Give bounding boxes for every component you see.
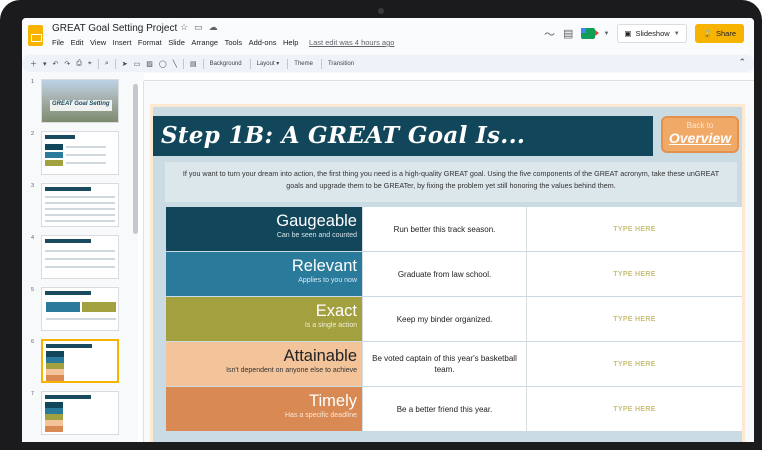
unGREAT-goal: Be a better friend this year. [362, 387, 526, 431]
menu-edit[interactable]: Edit [71, 38, 84, 47]
table-row: Timely Has a specific deadline Be a bett… [166, 387, 742, 431]
star-icon[interactable]: ☆ [180, 22, 188, 32]
present-icon: ▣ [624, 29, 632, 38]
type-here-field[interactable]: TYPE HERE [526, 207, 742, 251]
type-here-field[interactable]: TYPE HERE [526, 342, 742, 386]
line-icon[interactable]: ╲ [173, 60, 177, 68]
zoom-icon[interactable]: ⌕ [105, 60, 109, 68]
thumb-title: GREAT Goal Setting [52, 101, 110, 107]
comments-icon[interactable]: ▤ [563, 27, 573, 40]
row-description: Is a single action [304, 322, 357, 329]
theme-button[interactable]: Theme [294, 61, 313, 67]
thumb-number: 2 [31, 131, 35, 137]
layout-button[interactable]: Layout ▾ [257, 60, 280, 67]
slide-thumbnail-7[interactable] [41, 391, 119, 435]
unGREAT-goal: Keep my binder organized. [362, 297, 526, 341]
thumb-number: 5 [31, 287, 35, 293]
meet-icon[interactable] [581, 28, 600, 39]
row-label: Exact [315, 302, 357, 320]
slides-logo-icon[interactable] [28, 25, 43, 46]
screen: GREAT Goal Setting Project ☆ ▭ ☁ File Edit… [22, 18, 754, 442]
table-row: Relevant Applies to you now Graduate fro… [166, 252, 742, 296]
row-description: Isn't dependent on anyone else to achiev… [226, 367, 357, 374]
unGREAT-goal: Graduate from law school. [362, 252, 526, 296]
table-row: Gaugeable Can be seen and counted Run be… [166, 207, 742, 251]
document-title[interactable]: GREAT Goal Setting Project [52, 23, 177, 34]
shape-icon[interactable]: ◯ [159, 60, 167, 68]
image-icon[interactable]: ▨ [146, 60, 153, 68]
transition-button[interactable]: Transition [328, 61, 354, 67]
chevron-down-icon[interactable]: ▾ [43, 60, 47, 68]
undo-icon[interactable]: ↶ [53, 60, 59, 68]
select-icon[interactable]: ➤ [122, 60, 128, 68]
table-row: Exact Is a single action Keep my binder … [166, 297, 742, 341]
chevron-down-icon: ▼ [673, 30, 680, 37]
paint-format-icon[interactable]: ⌖ [88, 60, 92, 68]
type-here-field[interactable]: TYPE HERE [526, 297, 742, 341]
camera-dot [378, 8, 384, 14]
table-row: Attainable Isn't dependent on anyone els… [166, 342, 742, 386]
horizontal-ruler [144, 73, 754, 81]
menu-help[interactable]: Help [283, 38, 298, 47]
menu-file[interactable]: File [52, 38, 64, 47]
back-to-overview-button[interactable]: Back to Overview [661, 116, 739, 153]
vertical-ruler [138, 81, 144, 442]
redo-icon[interactable]: ↷ [64, 60, 70, 68]
share-button[interactable]: 🔒 Share [694, 24, 744, 43]
menu-insert[interactable]: Insert [113, 38, 132, 47]
intro-text[interactable]: If you want to turn your dream into acti… [165, 162, 737, 202]
lock-icon: 🔒 [702, 29, 712, 38]
menu-bar: File Edit View Insert Format Slide Arran… [52, 38, 401, 47]
menu-arrange[interactable]: Arrange [191, 38, 218, 47]
move-folder-icon[interactable]: ▭ [194, 22, 203, 32]
print-icon[interactable]: ⎙ [76, 60, 82, 68]
comment-add-icon[interactable]: ▤ [190, 60, 197, 68]
slide-thumbnail-1[interactable]: GREAT Goal Setting [41, 79, 119, 123]
textbox-icon[interactable]: ▭ [134, 60, 141, 68]
filmstrip-scrollbar[interactable] [133, 84, 138, 234]
activity-trend-icon[interactable]: 〜 [544, 26, 555, 42]
thumb-number: 6 [31, 339, 35, 345]
slide-thumbnail-4[interactable] [41, 235, 119, 279]
menu-addons[interactable]: Add-ons [249, 38, 277, 47]
row-description: Can be seen and counted [276, 232, 357, 239]
cloud-status-icon[interactable]: ☁ [209, 22, 218, 32]
app-header: GREAT Goal Setting Project ☆ ▭ ☁ File Edit… [22, 18, 754, 54]
last-edit-link[interactable]: Last edit was 4 hours ago [309, 38, 394, 47]
collapse-toolbar-icon[interactable]: ⌃ [738, 57, 746, 68]
slide-thumbnail-2[interactable] [41, 131, 119, 175]
unGREAT-goal: Run better this track season. [362, 207, 526, 251]
row-description: Applies to you now [298, 277, 357, 284]
slide-title[interactable]: Step 1B: A GREAT Goal Is... [153, 116, 653, 156]
slideshow-button[interactable]: ▣ Slideshow ▼ [617, 24, 687, 43]
row-label: Timely [309, 392, 357, 410]
slide-thumbnail-3[interactable] [41, 183, 119, 227]
row-label: Relevant [291, 257, 357, 275]
thumb-number: 1 [31, 79, 35, 85]
slide-filmstrip: 1 GREAT Goal Setting 2 3 4 5 6 7 [22, 75, 128, 442]
slide-canvas[interactable]: Step 1B: A GREAT Goal Is... Back to Over… [150, 104, 745, 442]
new-slide-icon[interactable]: ＋ [30, 59, 37, 69]
type-here-field[interactable]: TYPE HERE [526, 252, 742, 296]
chevron-down-icon[interactable]: ▼ [603, 31, 609, 37]
type-here-field[interactable]: TYPE HERE [526, 387, 742, 431]
menu-slide[interactable]: Slide [168, 38, 185, 47]
row-label: Gaugeable [276, 212, 357, 230]
thumb-number: 3 [31, 183, 35, 189]
laptop-bezel: GREAT Goal Setting Project ☆ ▭ ☁ File Edit… [0, 0, 762, 450]
row-label: Attainable [283, 347, 357, 365]
menu-view[interactable]: View [90, 38, 106, 47]
menu-tools[interactable]: Tools [225, 38, 243, 47]
row-description: Has a specific deadline [285, 412, 357, 419]
toolbar: ＋ ▾ ↶ ↷ ⎙ ⌖ ⌕ ➤ ▭ ▨ ◯ ╲ ▤ Background Lay… [22, 55, 754, 72]
slide-thumbnail-5[interactable] [41, 287, 119, 331]
slide-thumbnail-6[interactable] [41, 339, 119, 383]
unGREAT-goal: Be voted captain of this year's basketba… [362, 342, 526, 386]
background-button[interactable]: Background [210, 61, 242, 67]
menu-format[interactable]: Format [138, 38, 162, 47]
thumb-number: 7 [31, 391, 35, 397]
thumb-number: 4 [31, 235, 35, 241]
